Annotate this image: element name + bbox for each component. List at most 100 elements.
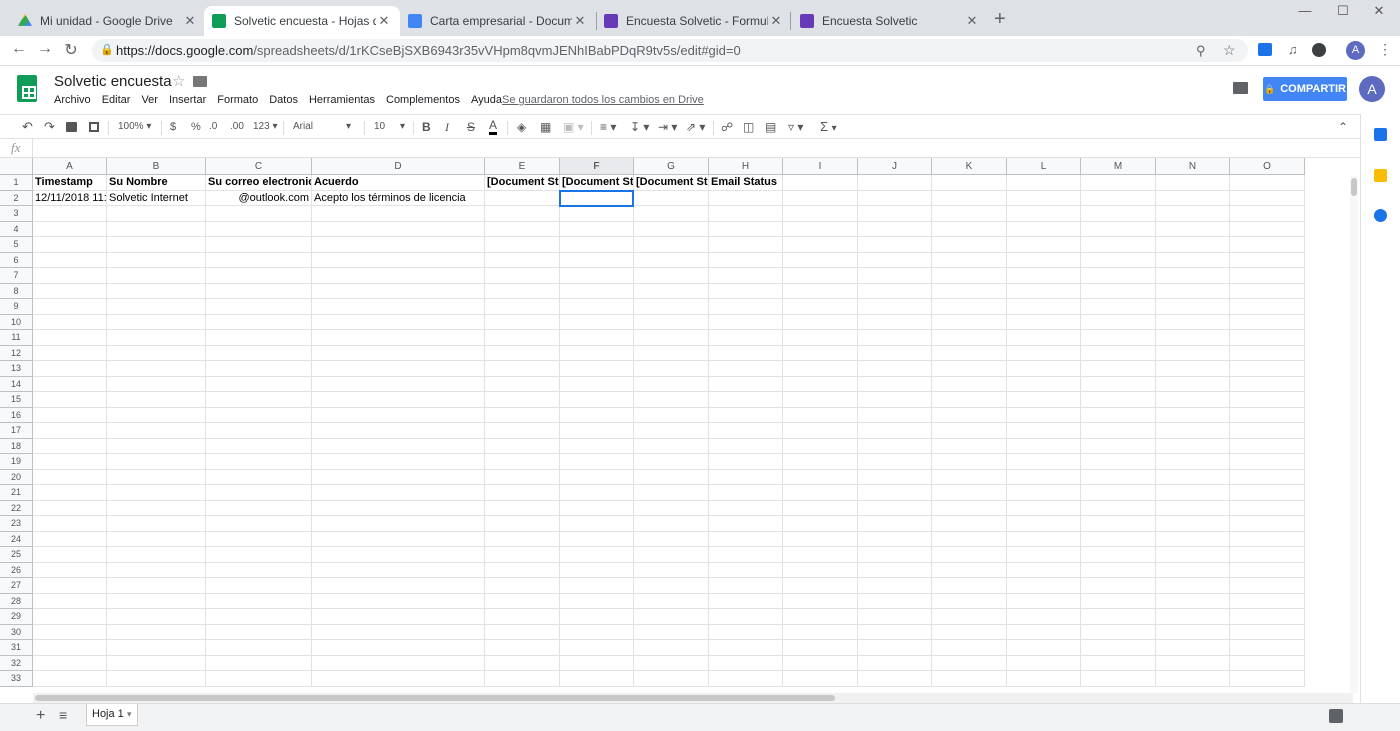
- cell-o5[interactable]: [1230, 237, 1305, 253]
- cell-i29[interactable]: [783, 609, 858, 625]
- cell-m31[interactable]: [1081, 640, 1156, 656]
- cell-i31[interactable]: [783, 640, 858, 656]
- row-header[interactable]: 33: [0, 671, 33, 687]
- cell-n13[interactable]: [1156, 361, 1230, 377]
- cell-a18[interactable]: [33, 438, 107, 454]
- cell-h20[interactable]: [709, 469, 783, 485]
- cell-j19[interactable]: [858, 454, 932, 470]
- text-color-button[interactable]: A: [489, 119, 498, 135]
- cell-l11[interactable]: [1007, 330, 1081, 346]
- cell-d27[interactable]: [312, 578, 485, 594]
- cell-i7[interactable]: [783, 268, 858, 284]
- row-header[interactable]: 15: [0, 392, 33, 408]
- cell-g26[interactable]: [634, 562, 709, 578]
- row-header[interactable]: 18: [0, 438, 33, 454]
- cell-h9[interactable]: [709, 299, 783, 315]
- column-header-k[interactable]: K: [932, 158, 1007, 175]
- cell-b25[interactable]: [107, 547, 206, 563]
- cell-g14[interactable]: [634, 376, 709, 392]
- column-header-n[interactable]: N: [1156, 158, 1230, 175]
- zoom-select[interactable]: 100% ▾: [118, 119, 151, 135]
- cell-d1[interactable]: Acuerdo: [312, 175, 485, 191]
- cell-k15[interactable]: [932, 392, 1007, 408]
- cell-b8[interactable]: [107, 283, 206, 299]
- cell-i28[interactable]: [783, 593, 858, 609]
- cell-i9[interactable]: [783, 299, 858, 315]
- browser-tab-drive[interactable]: Mi unidad - Google Drive ✕: [10, 6, 206, 36]
- cell-c3[interactable]: [206, 206, 312, 222]
- cell-b14[interactable]: [107, 376, 206, 392]
- cell-a15[interactable]: [33, 392, 107, 408]
- column-header-m[interactable]: M: [1081, 158, 1156, 175]
- row-header[interactable]: 17: [0, 423, 33, 439]
- cell-m14[interactable]: [1081, 376, 1156, 392]
- cell-i23[interactable]: [783, 516, 858, 532]
- cell-e21[interactable]: [485, 485, 560, 501]
- sheet-tab-active[interactable]: Hoja 1 ▾: [86, 704, 138, 726]
- cell-b3[interactable]: [107, 206, 206, 222]
- cell-h27[interactable]: [709, 578, 783, 594]
- vertical-scrollbar[interactable]: [1350, 176, 1358, 693]
- cell-j5[interactable]: [858, 237, 932, 253]
- cell-h4[interactable]: [709, 221, 783, 237]
- cell-i13[interactable]: [783, 361, 858, 377]
- cell-h29[interactable]: [709, 609, 783, 625]
- row-header[interactable]: 7: [0, 268, 33, 284]
- cell-m33[interactable]: [1081, 671, 1156, 687]
- cell-m10[interactable]: [1081, 314, 1156, 330]
- cell-f19[interactable]: [560, 454, 634, 470]
- row-header[interactable]: 1: [0, 175, 33, 191]
- cell-a28[interactable]: [33, 593, 107, 609]
- cell-a33[interactable]: [33, 671, 107, 687]
- cell-c14[interactable]: [206, 376, 312, 392]
- cell-e14[interactable]: [485, 376, 560, 392]
- cell-j30[interactable]: [858, 624, 932, 640]
- cell-g1[interactable]: [Document Studio]: [634, 175, 709, 191]
- print-icon[interactable]: [66, 122, 77, 132]
- cell-a2[interactable]: 12/11/2018 11:10:41: [33, 190, 107, 206]
- cell-c19[interactable]: [206, 454, 312, 470]
- cell-m24[interactable]: [1081, 531, 1156, 547]
- cell-m2[interactable]: [1081, 190, 1156, 206]
- menu-item-ayuda[interactable]: Ayuda: [471, 94, 502, 106]
- cell-a26[interactable]: [33, 562, 107, 578]
- horizontal-scrollbar[interactable]: [33, 693, 1353, 703]
- cell-d23[interactable]: [312, 516, 485, 532]
- cell-k7[interactable]: [932, 268, 1007, 284]
- browser-tab-sheets[interactable]: Solvetic encuesta - Hojas de cálc ✕: [204, 6, 400, 36]
- row-header[interactable]: 24: [0, 531, 33, 547]
- row-header[interactable]: 16: [0, 407, 33, 423]
- cell-i14[interactable]: [783, 376, 858, 392]
- cell-e9[interactable]: [485, 299, 560, 315]
- cell-d20[interactable]: [312, 469, 485, 485]
- cell-b2[interactable]: Solvetic Internet: [107, 190, 206, 206]
- cell-k11[interactable]: [932, 330, 1007, 346]
- cell-k31[interactable]: [932, 640, 1007, 656]
- column-header-d[interactable]: D: [312, 158, 485, 175]
- row-header[interactable]: 28: [0, 593, 33, 609]
- cell-i10[interactable]: [783, 314, 858, 330]
- cell-o14[interactable]: [1230, 376, 1305, 392]
- forward-icon[interactable]: →: [34, 40, 56, 58]
- cell-b4[interactable]: [107, 221, 206, 237]
- row-header[interactable]: 14: [0, 376, 33, 392]
- cell-o21[interactable]: [1230, 485, 1305, 501]
- cell-i33[interactable]: [783, 671, 858, 687]
- cell-j21[interactable]: [858, 485, 932, 501]
- cell-i6[interactable]: [783, 252, 858, 268]
- cell-f5[interactable]: [560, 237, 634, 253]
- cell-d16[interactable]: [312, 407, 485, 423]
- cell-d31[interactable]: [312, 640, 485, 656]
- cell-l10[interactable]: [1007, 314, 1081, 330]
- cell-i24[interactable]: [783, 531, 858, 547]
- cell-c20[interactable]: [206, 469, 312, 485]
- insert-comment-icon[interactable]: ◫: [743, 119, 754, 135]
- cell-k33[interactable]: [932, 671, 1007, 687]
- cell-k20[interactable]: [932, 469, 1007, 485]
- cell-d21[interactable]: [312, 485, 485, 501]
- font-select[interactable]: Arial ▾: [293, 119, 353, 135]
- cell-l9[interactable]: [1007, 299, 1081, 315]
- cell-l14[interactable]: [1007, 376, 1081, 392]
- cell-e18[interactable]: [485, 438, 560, 454]
- cell-m13[interactable]: [1081, 361, 1156, 377]
